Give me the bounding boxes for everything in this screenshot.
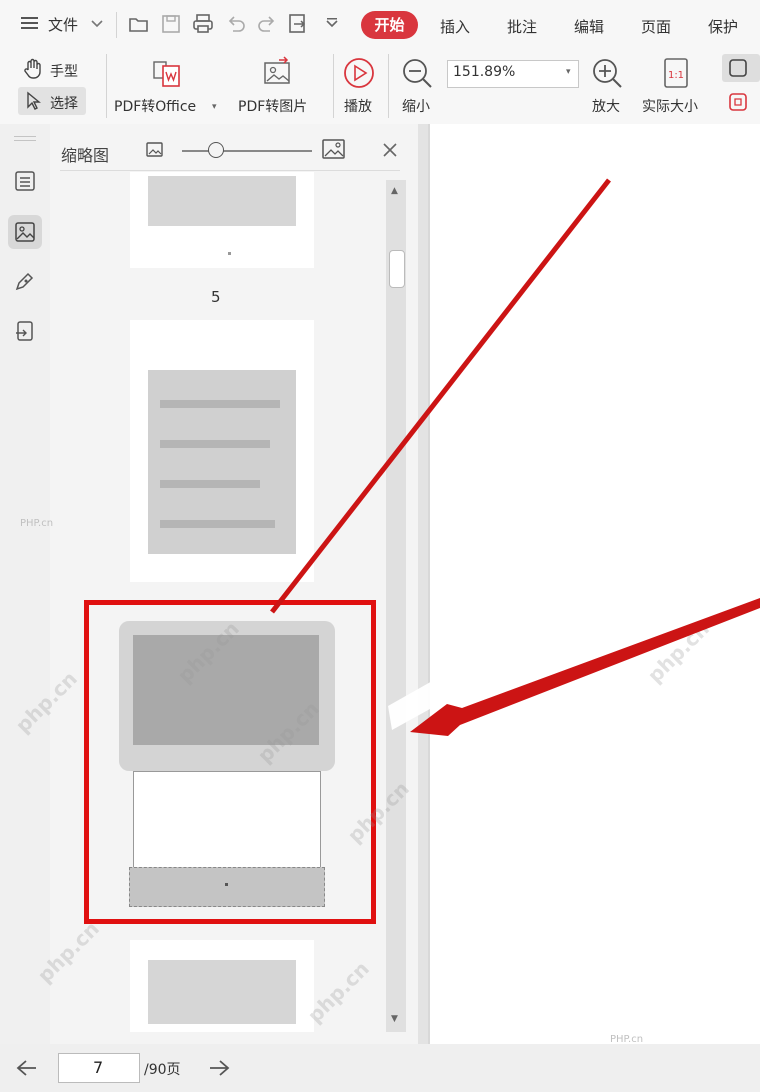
status-bar: 7 /90页 [0,1044,760,1092]
total-pages-label: /90页 [144,1062,181,1078]
page-number-input[interactable]: 7 [58,1053,140,1083]
pointer-line [270,178,611,614]
annotation-arrows [270,178,760,736]
next-page-icon[interactable] [208,1058,230,1082]
previous-page-icon[interactable] [16,1058,38,1082]
page-number-value: 7 [93,1058,104,1077]
arrow-highlight-streak [388,515,726,730]
